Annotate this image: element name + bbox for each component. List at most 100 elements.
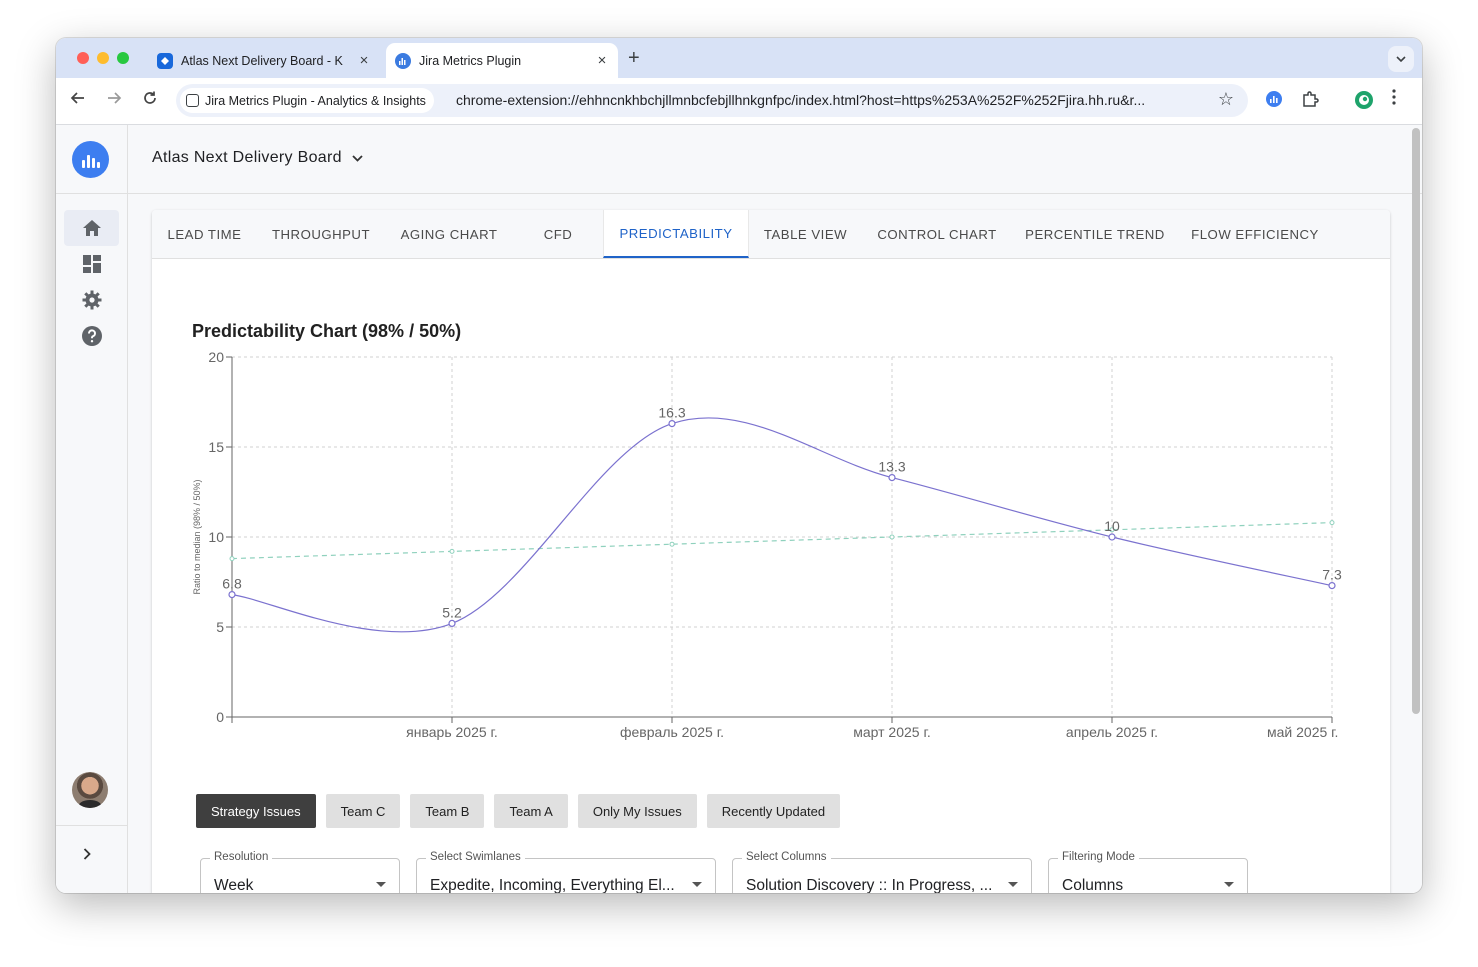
columns-select[interactable]: Select Columns Solution Discovery :: In …	[732, 851, 1032, 893]
trend-point	[669, 541, 675, 547]
select-value: Columns	[1062, 877, 1124, 893]
board-selector[interactable]: Atlas Next Delivery Board	[152, 149, 363, 167]
filter-team-a[interactable]: Team A	[494, 794, 568, 828]
chrome-menu-icon[interactable]	[1392, 89, 1396, 110]
data-point	[228, 591, 236, 599]
select-value: Expedite, Incoming, Everything El...	[430, 877, 675, 893]
filter-team-b[interactable]: Team B	[410, 794, 485, 828]
minimize-window-button[interactable]	[97, 52, 109, 64]
browser-tab-title: Atlas Next Delivery Board - K	[181, 53, 343, 68]
sidebar-item-dashboard[interactable]	[64, 246, 119, 282]
url-text[interactable]: chrome-extension://ehhncnkhbchjllmnbcfeb…	[456, 92, 1216, 108]
filter-strategy-issues[interactable]: Strategy Issues	[196, 794, 316, 828]
forward-button[interactable]	[103, 90, 125, 111]
gear-icon	[82, 290, 101, 310]
tab-percentile-trend[interactable]: PERCENTILE TREND	[1012, 210, 1178, 258]
page-scrollbar[interactable]	[1412, 128, 1420, 714]
data-label: 7.3	[1322, 567, 1342, 583]
dropdown-arrow-icon	[1008, 882, 1018, 887]
data-label: 13.3	[878, 459, 905, 475]
browser-tab-atlas[interactable]: Atlas Next Delivery Board - K ×	[148, 43, 380, 78]
tab-table-view[interactable]: TABLE VIEW	[749, 210, 862, 258]
quick-filters: Strategy Issues Team C Team B Team A Onl…	[196, 794, 841, 828]
help-icon	[81, 326, 102, 346]
metrics-extension-icon[interactable]	[1265, 90, 1283, 113]
browser-tab-jira-metrics[interactable]: Jira Metrics Plugin ×	[386, 43, 618, 78]
tab-aging-chart[interactable]: AGING CHART	[385, 210, 513, 258]
expand-sidebar-button[interactable]	[83, 847, 91, 865]
browser-tab-title: Jira Metrics Plugin	[419, 53, 522, 68]
predictability-chart: 0 5 10 15 20 январь 2025 г. февраль 2025 г. мар…	[192, 352, 1342, 740]
tab-cfd[interactable]: CFD	[513, 210, 603, 258]
filter-only-my-issues[interactable]: Only My Issues	[577, 794, 697, 828]
select-label: Select Columns	[742, 851, 831, 863]
arrow-left-icon	[70, 92, 84, 104]
tab-lead-time[interactable]: LEAD TIME	[152, 210, 257, 258]
close-window-button[interactable]	[77, 52, 89, 64]
resolution-select[interactable]: Resolution Week	[200, 851, 400, 893]
select-value: Week	[214, 877, 254, 893]
reload-button[interactable]	[139, 90, 161, 111]
maximize-window-button[interactable]	[117, 52, 129, 64]
sidebar-divider	[56, 193, 127, 194]
x-tick-label: февраль 2025 г.	[620, 724, 724, 740]
tab-label: LEAD TIME	[167, 226, 242, 242]
home-icon	[82, 220, 101, 236]
site-chip-label: Jira Metrics Plugin - Analytics & Insigh…	[205, 93, 426, 108]
user-avatar[interactable]	[72, 772, 108, 808]
trend-point	[229, 556, 235, 562]
select-label: Select Swimlanes	[426, 851, 525, 863]
tab-label: PERCENTILE TREND	[1025, 226, 1165, 242]
close-tab-icon[interactable]: ×	[354, 52, 374, 69]
tab-control-chart[interactable]: CONTROL CHART	[862, 210, 1012, 258]
jira-favicon-icon	[157, 52, 173, 69]
sidebar-item-home[interactable]	[64, 210, 119, 246]
filter-recently-updated[interactable]: Recently Updated	[706, 794, 841, 828]
data-label: 16.3	[658, 405, 685, 421]
app-logo-icon[interactable]	[72, 141, 109, 178]
data-point	[1328, 582, 1336, 590]
tab-label: FLOW EFFICIENCY	[1191, 226, 1319, 242]
arrow-right-icon	[108, 92, 122, 104]
data-point	[1108, 533, 1116, 541]
x-tick-label: январь 2025 г.	[406, 724, 498, 740]
dropdown-arrow-icon	[692, 882, 702, 887]
site-info-chip[interactable]: Jira Metrics Plugin - Analytics & Insigh…	[180, 88, 434, 113]
data-label: 10	[1104, 518, 1120, 534]
swimlanes-select[interactable]: Select Swimlanes Expedite, Incoming, Eve…	[416, 851, 716, 893]
sidebar-divider	[56, 825, 127, 826]
trend-point	[889, 534, 895, 540]
tab-flow-efficiency[interactable]: FLOW EFFICIENCY	[1178, 210, 1332, 258]
trend-line	[231, 522, 1333, 560]
x-tick-label: май 2025 г.	[1267, 724, 1338, 740]
tab-predictability[interactable]: PREDICTABILITY	[603, 210, 749, 258]
sidebar-item-settings[interactable]	[64, 282, 119, 318]
trend-point	[1329, 520, 1335, 526]
back-button[interactable]	[67, 90, 89, 111]
new-tab-button[interactable]: +	[628, 47, 640, 70]
predictability-line	[231, 417, 1333, 633]
tab-label: TABLE VIEW	[763, 226, 848, 242]
tab-search-button[interactable]	[1388, 46, 1414, 72]
extensions-puzzle-icon[interactable]	[1301, 90, 1319, 113]
close-tab-icon[interactable]: ×	[592, 52, 612, 69]
tab-throughput[interactable]: THROUGHPUT	[257, 210, 385, 258]
address-bar[interactable]: Jira Metrics Plugin - Analytics & Insigh…	[176, 84, 1248, 117]
tab-strip: Atlas Next Delivery Board - K × Jira Met…	[56, 38, 1422, 78]
filter-team-c[interactable]: Team C	[325, 794, 401, 828]
y-tick-label: 20	[208, 352, 224, 365]
app-header: Atlas Next Delivery Board	[128, 125, 1422, 194]
bookmark-star-icon[interactable]: ☆	[1218, 89, 1234, 110]
board-name: Atlas Next Delivery Board	[152, 149, 342, 166]
data-point	[668, 419, 676, 428]
chevron-down-icon	[352, 154, 363, 162]
tab-label: CFD	[543, 226, 573, 242]
main-panel: LEAD TIME THROUGHPUT AGING CHART CFD PRE…	[152, 210, 1390, 893]
filtering-mode-select[interactable]: Filtering Mode Columns	[1048, 851, 1248, 893]
tab-label: CONTROL CHART	[877, 226, 997, 242]
sidebar-item-help[interactable]	[64, 318, 119, 354]
profile-avatar-icon[interactable]	[1354, 90, 1374, 115]
select-value: Solution Discovery :: In Progress, ...	[746, 877, 993, 893]
data-point	[448, 619, 456, 627]
chevron-right-icon	[83, 848, 91, 860]
